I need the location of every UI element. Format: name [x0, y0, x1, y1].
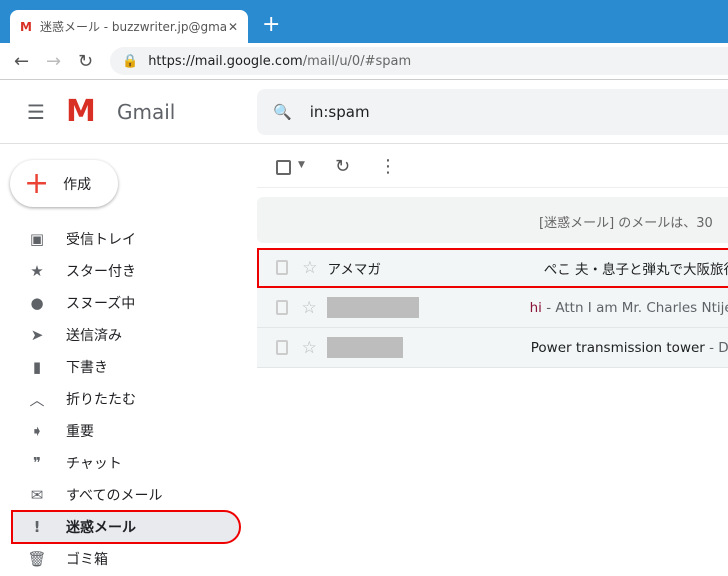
sidebar-item-label: 下書き: [66, 360, 108, 376]
sidebar-item[interactable]: ● スヌーズ中: [12, 287, 240, 319]
sidebar-item[interactable]: ︿ 折りたたむ: [12, 383, 240, 415]
back-icon[interactable]: ←: [14, 51, 29, 72]
sidebar-item[interactable]: ▮ 下書き: [12, 351, 240, 383]
important-icon: ➧: [30, 422, 44, 440]
sidebar-item-label: 折りたたむ: [66, 392, 136, 408]
gmail-header: ☰ M Gmail 🔍 in:spam: [0, 80, 728, 144]
email-row[interactable]: ☆ アメマガ ぺこ 夫・息子と弾丸で大阪旅行: [257, 248, 728, 288]
browser-tab[interactable]: M 迷惑メール - buzzwriter.jp@gmail.com ✕: [10, 10, 248, 43]
star-icon[interactable]: ☆: [302, 338, 317, 358]
sender: アメマガ: [327, 261, 381, 278]
sidebar-item-label: スヌーズ中: [66, 296, 136, 312]
new-tab-button[interactable]: +: [262, 12, 280, 37]
select-all-checkbox[interactable]: [276, 160, 291, 175]
sidebar-item-label: すべてのメール: [66, 488, 163, 504]
search-input[interactable]: 🔍 in:spam: [257, 89, 728, 135]
row-checkbox[interactable]: [276, 340, 288, 355]
forward-icon[interactable]: →: [46, 51, 61, 72]
spam-info-banner: [迷惑メール] のメールは、30: [257, 197, 728, 243]
spam-icon: !: [33, 518, 41, 536]
sidebar-item[interactable]: ❞ チャット: [12, 447, 240, 479]
refresh-icon[interactable]: ↻: [335, 156, 350, 177]
list-toolbar: ▼ ↻ ⋮: [257, 150, 728, 188]
compose-button[interactable]: + 作成: [10, 160, 118, 207]
subject: hi: [529, 299, 542, 316]
chevron-up-icon: ︿: [29, 390, 45, 409]
sidebar-item[interactable]: ✉ すべてのメール: [12, 479, 240, 511]
star-icon[interactable]: ☆: [302, 298, 317, 318]
snippet: - Attn I am Mr. Charles Ntije,: [541, 299, 728, 316]
tab-title: 迷惑メール - buzzwriter.jp@gmail.com: [39, 20, 228, 34]
subject: Power transmission tower: [530, 339, 705, 356]
sidebar-item-label: チャット: [66, 456, 122, 472]
plus-icon: +: [24, 165, 50, 201]
draft-icon: ▮: [32, 358, 42, 376]
address-bar-row: ← → ↻ 🔒 https://mail.google.com/mail/u/0…: [0, 43, 728, 80]
url-field[interactable]: 🔒 https://mail.google.com/mail/u/0/#spam: [110, 47, 728, 75]
sidebar-item[interactable]: ➧ 重要: [12, 415, 240, 447]
browser-tab-bar: M 迷惑メール - buzzwriter.jp@gmail.com ✕ +: [0, 0, 728, 43]
email-row[interactable]: ☆ hi - Attn I am Mr. Charles Ntije,: [257, 288, 728, 328]
sidebar-item[interactable]: 🗑 ゴミ箱: [12, 543, 240, 575]
mail-icon: ✉: [30, 486, 44, 504]
sender-redacted: [326, 297, 464, 318]
trash-icon: 🗑: [27, 550, 47, 568]
sidebar-item-label: ゴミ箱: [66, 552, 108, 568]
sidebar-item-label: 重要: [66, 424, 94, 440]
sidebar-item-label: 送信済み: [66, 328, 122, 344]
star-icon[interactable]: ☆: [302, 258, 317, 278]
row-checkbox[interactable]: [276, 300, 288, 315]
sidebar-item[interactable]: ▣ 受信トレイ: [12, 223, 240, 255]
email-row[interactable]: ☆ Power transmission tower - De: [257, 328, 728, 368]
chevron-down-icon[interactable]: ▼: [298, 160, 305, 170]
subject: ぺこ 夫・息子と弾丸で大阪旅行: [543, 261, 728, 278]
chat-icon: ❞: [32, 454, 42, 472]
sidebar-item-label: スター付き: [66, 264, 136, 280]
sidebar-item[interactable]: ➤ 送信済み: [12, 319, 240, 351]
menu-icon[interactable]: ☰: [27, 100, 45, 124]
gmail-logo-icon[interactable]: M: [66, 94, 96, 129]
more-icon[interactable]: ⋮: [379, 156, 397, 177]
close-tab-icon[interactable]: ✕: [228, 20, 238, 34]
app-name: Gmail: [117, 100, 176, 124]
sidebar-item[interactable]: ! 迷惑メール: [11, 510, 241, 544]
star-icon: ★: [30, 262, 44, 280]
search-icon[interactable]: 🔍: [273, 103, 292, 121]
sidebar-item-label: 受信トレイ: [66, 232, 136, 248]
sender-redacted: [326, 337, 465, 358]
sidebar-item[interactable]: ★ スター付き: [12, 255, 240, 287]
row-checkbox[interactable]: [276, 260, 289, 275]
send-icon: ➤: [30, 326, 44, 344]
gmail-favicon-icon: M: [20, 19, 32, 34]
sidebar-item-label: 迷惑メール: [66, 520, 136, 536]
lock-icon: 🔒: [122, 53, 139, 69]
inbox-icon: ▣: [29, 230, 45, 248]
snippet: - De: [709, 339, 728, 356]
clock-icon: ●: [30, 294, 44, 312]
reload-icon[interactable]: ↻: [78, 51, 93, 72]
